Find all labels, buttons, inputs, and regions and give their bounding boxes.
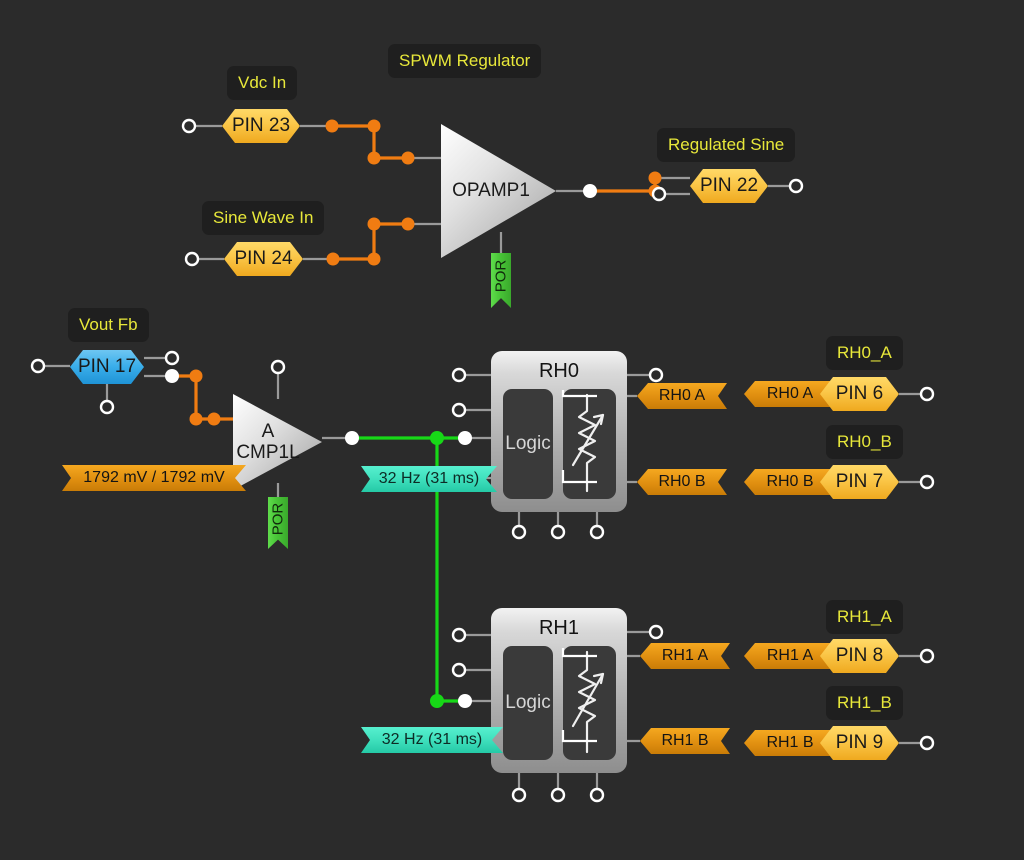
pin-23[interactable]: PIN 23 <box>222 109 300 143</box>
rh0-a-output-tag: RH0 A <box>637 383 727 409</box>
rh0-logic-section: Logic <box>503 389 553 499</box>
net-label-rh0-b: RH0_B <box>826 425 903 459</box>
rh1-title: RH1 <box>538 617 579 639</box>
comparator-por-label: POR <box>269 502 287 536</box>
comparator-por-flag: POR <box>268 497 288 549</box>
rh1-rheostat-section <box>563 646 616 760</box>
rh1-logic-section: Logic <box>503 646 553 760</box>
rh0-block[interactable]: RH0 Logic <box>491 351 627 512</box>
opamp1-por-label: POR <box>492 259 510 293</box>
net-label-vout-fb: Vout Fb <box>68 308 149 342</box>
comparator-cmp1l-label: A CMP1L <box>228 421 308 464</box>
opamp1-por-flag: POR <box>491 253 511 308</box>
pin-17[interactable]: PIN 17 <box>70 350 144 384</box>
pin-24[interactable]: PIN 24 <box>224 242 303 276</box>
net-label-regulated-sine: Regulated Sine <box>657 128 796 162</box>
net-label-rh1-a: RH1_A <box>826 600 903 634</box>
rheostat-icon <box>571 650 605 754</box>
rh0-b-output-tag: RH0 B <box>637 469 727 495</box>
schematic-canvas: SPWM Regulator Vdc In PIN 23 Sine Wave I… <box>0 0 1024 860</box>
comparator-line-1: A <box>261 421 275 442</box>
rh0-title: RH0 <box>538 360 579 382</box>
pin-22[interactable]: PIN 22 <box>690 169 768 203</box>
comparator-line-2: CMP1L <box>236 442 300 464</box>
rh1-block[interactable]: RH1 Logic <box>491 608 627 773</box>
net-label-vdc-in: Vdc In <box>227 66 298 100</box>
pin-8[interactable]: PIN 8 <box>820 639 899 673</box>
rh1-a-output-tag: RH1 A <box>640 643 730 669</box>
net-label-rh1-b: RH1_B <box>826 686 903 720</box>
threshold-tag: 1792 mV / 1792 mV <box>62 465 246 491</box>
rh0-rheostat-section <box>563 389 616 499</box>
diagram-title: SPWM Regulator <box>388 44 542 78</box>
pin-7[interactable]: PIN 7 <box>820 465 899 499</box>
rheostat-icon <box>571 393 605 493</box>
rh1-frequency-tag: 32 Hz (31 ms) <box>361 727 503 753</box>
pin-6[interactable]: PIN 6 <box>820 377 899 411</box>
net-label-sine-wave-in: Sine Wave In <box>202 201 325 235</box>
rh1-b-output-tag: RH1 B <box>640 728 730 754</box>
net-label-rh0-a: RH0_A <box>826 336 903 370</box>
rh0-frequency-tag: 32 Hz (31 ms) <box>361 466 497 492</box>
opamp1-label: OPAMP1 <box>452 180 530 201</box>
pin-9[interactable]: PIN 9 <box>820 726 899 760</box>
